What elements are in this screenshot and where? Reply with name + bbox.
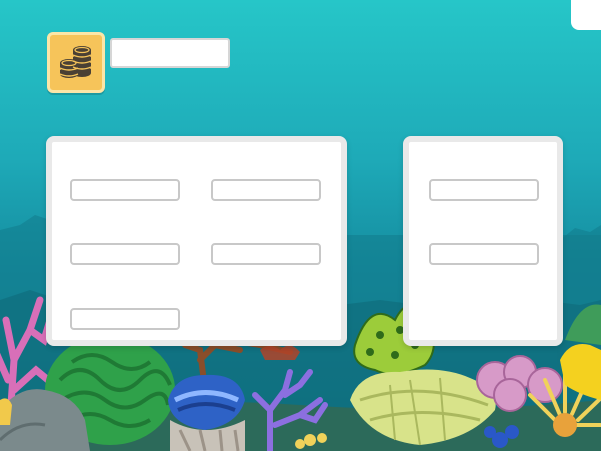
right-panel-slot-1[interactable] bbox=[429, 179, 539, 201]
giant-clam bbox=[168, 374, 245, 451]
coin-stack-icon bbox=[59, 45, 92, 78]
left-panel-slot-2[interactable] bbox=[211, 179, 321, 201]
left-panel-slot-1[interactable] bbox=[70, 179, 180, 201]
left-panel-slot-4[interactable] bbox=[211, 243, 321, 265]
right-panel-slot-2[interactable] bbox=[429, 243, 539, 265]
left-panel-slot-5[interactable] bbox=[70, 308, 180, 330]
right-panel bbox=[403, 136, 563, 346]
corner-menu-tab[interactable] bbox=[571, 0, 601, 30]
left-panel bbox=[46, 136, 347, 346]
coin-count-field bbox=[110, 38, 230, 68]
coin-icon-tile bbox=[47, 32, 105, 93]
left-panel-slot-3[interactable] bbox=[70, 243, 180, 265]
game-stage bbox=[0, 0, 601, 451]
